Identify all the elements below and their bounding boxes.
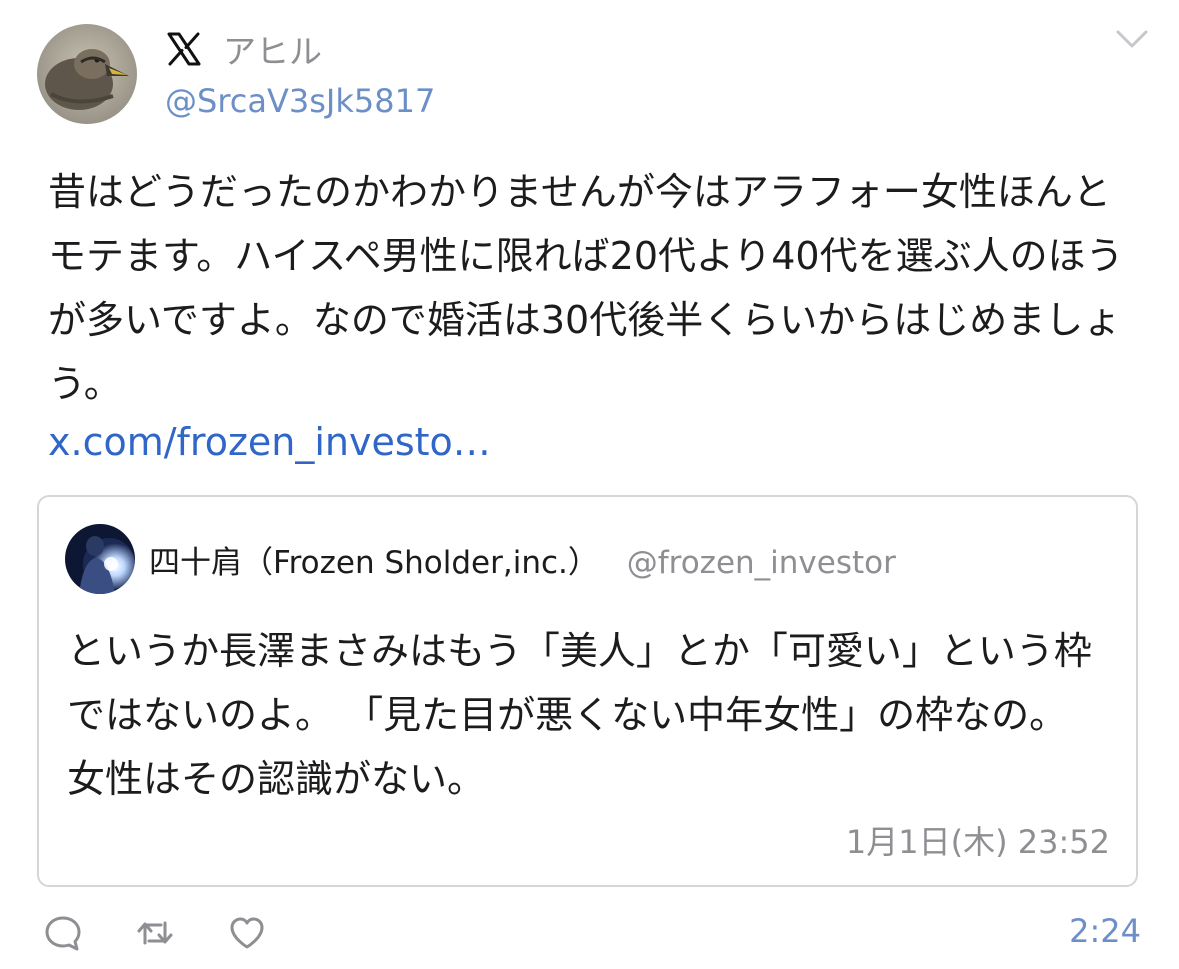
tweet-card: アヒル @SrcaV3sJk5817 昔はどうだったのかわかりませんが今はアラフ… — [0, 0, 1179, 969]
tweet-timestamp[interactable]: 2:24 — [1069, 912, 1141, 950]
quoted-tweet-link[interactable]: x.com/frozen_investo… — [48, 414, 491, 470]
quote-author: 四十肩（Frozen Sholder,inc.） @frozen_investo… — [149, 537, 896, 582]
author-row: アヒル — [165, 26, 322, 72]
quote-avatar-image — [65, 524, 135, 594]
user-handle[interactable]: @SrcaV3sJk5817 — [165, 82, 435, 120]
quote-display-name[interactable]: 四十肩（Frozen Sholder,inc.） — [149, 545, 599, 581]
quote-text: というか長澤まさみはもう「美人」とか「可愛い」という枠ではないのよ。 「見た目が… — [67, 629, 1092, 801]
retweet-icon[interactable] — [135, 913, 175, 953]
avatar[interactable] — [37, 24, 137, 124]
display-name[interactable]: アヒル — [223, 25, 322, 73]
duck-avatar-image — [37, 24, 137, 124]
quoted-tweet[interactable]: 四十肩（Frozen Sholder,inc.） @frozen_investo… — [37, 495, 1138, 887]
tweet-text: 昔はどうだったのかわかりませんが今はアラフォー女性ほんとモテます。ハイスペ男性に… — [48, 170, 1124, 406]
heart-icon[interactable] — [227, 913, 267, 953]
x-logo-icon — [167, 32, 201, 66]
quote-avatar[interactable] — [65, 524, 135, 594]
quote-handle[interactable]: @frozen_investor — [627, 545, 896, 581]
reply-icon[interactable] — [43, 913, 83, 953]
action-bar — [43, 910, 267, 956]
chevron-down-icon[interactable] — [1115, 27, 1149, 51]
quote-timestamp: 1月1日(木) 23:52 — [845, 823, 1110, 861]
